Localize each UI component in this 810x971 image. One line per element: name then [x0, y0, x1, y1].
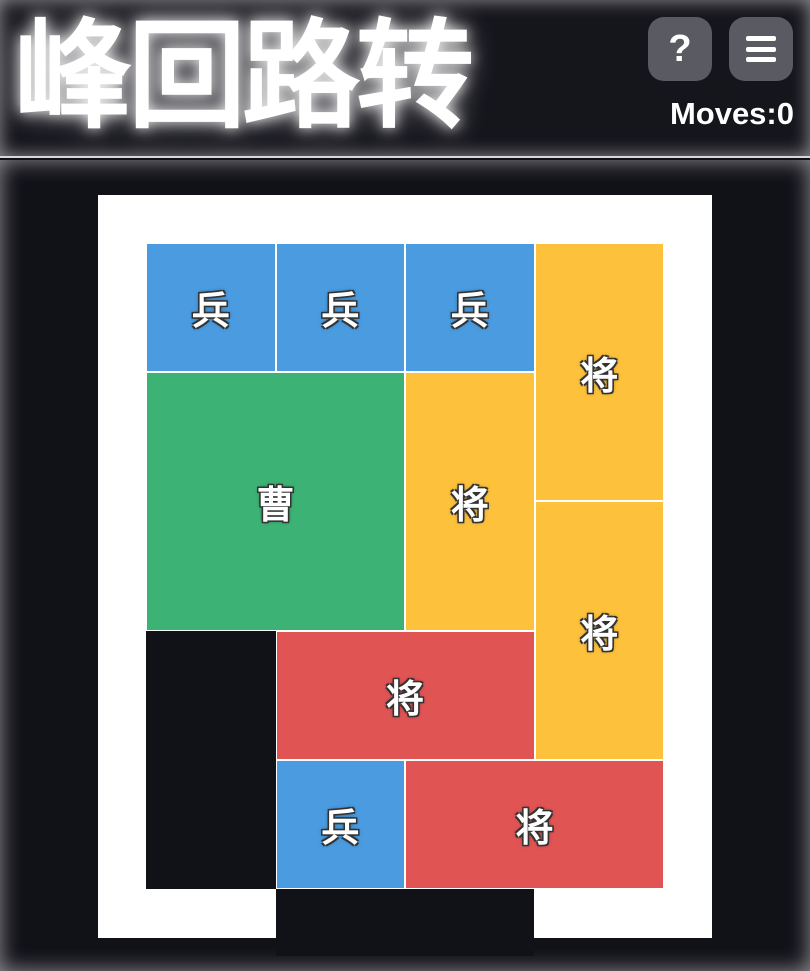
puzzle-board: 兵兵兵将曹将将将兵将 — [146, 243, 664, 889]
piece-general-horizontal[interactable]: 将 — [405, 759, 664, 889]
piece-general-vertical[interactable]: 将 — [534, 243, 664, 502]
app: 峰回路转 ? Moves:0 兵兵兵将曹将将将兵将 — [0, 0, 810, 971]
moves-counter: Moves:0 — [670, 96, 794, 132]
game-title: 峰回路转 — [14, 7, 474, 145]
piece-soldier[interactable]: 兵 — [405, 243, 535, 373]
piece-general-vertical[interactable]: 将 — [405, 372, 535, 631]
board-exit — [276, 888, 534, 956]
menu-button[interactable] — [729, 17, 793, 81]
piece-general-vertical[interactable]: 将 — [534, 501, 664, 760]
piece-soldier[interactable]: 兵 — [275, 243, 405, 373]
help-button[interactable]: ? — [648, 17, 712, 81]
moves-label: Moves: — [669, 96, 777, 131]
piece-soldier[interactable]: 兵 — [146, 243, 276, 373]
header: 峰回路转 ? Moves:0 — [0, 0, 810, 158]
hamburger-menu-icon — [746, 36, 776, 62]
piece-cao[interactable]: 曹 — [146, 372, 405, 631]
moves-value: 0 — [776, 96, 794, 131]
piece-general-horizontal[interactable]: 将 — [275, 630, 535, 760]
piece-soldier[interactable]: 兵 — [275, 759, 405, 889]
help-icon: ? — [668, 27, 692, 70]
